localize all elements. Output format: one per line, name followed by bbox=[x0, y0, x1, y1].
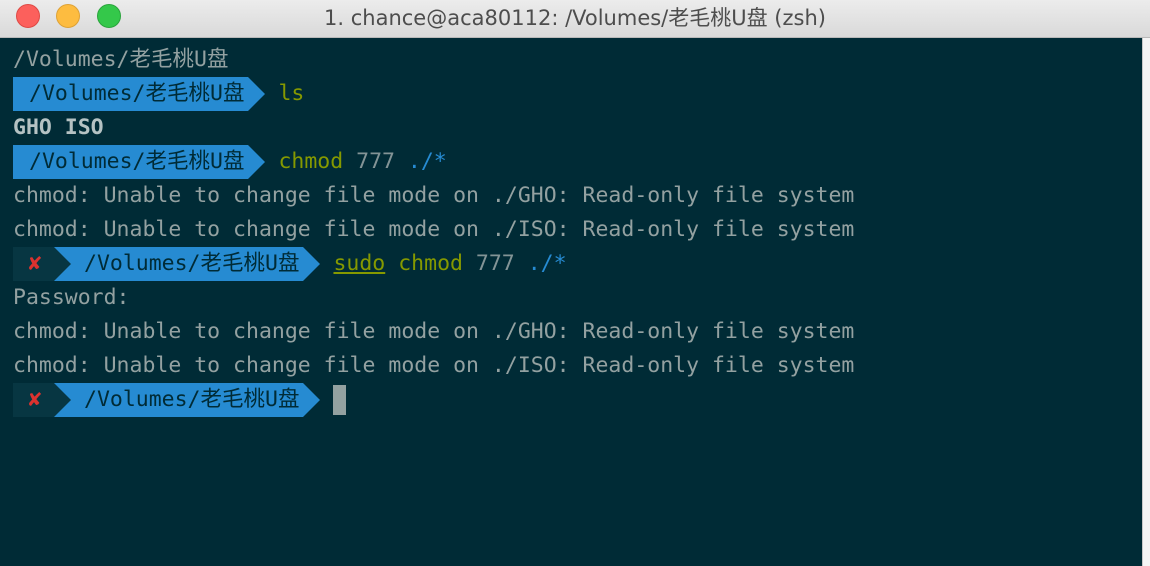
window-right-edge bbox=[1142, 38, 1150, 566]
command-glob: ./* bbox=[527, 251, 567, 276]
prompt-line-current: ✘ /Volumes/老毛桃U盘 bbox=[13, 383, 347, 417]
command-glob: ./* bbox=[407, 149, 447, 174]
error-status-icon: ✘ bbox=[13, 247, 71, 281]
prompt-line-sudo: ✘ /Volumes/老毛桃U盘 sudo chmod 777 ./* bbox=[13, 247, 567, 281]
text-cursor[interactable] bbox=[333, 385, 347, 415]
command-ls: ls bbox=[278, 81, 305, 106]
command-arg: 777 bbox=[462, 251, 528, 276]
command-chmod: chmod bbox=[398, 251, 463, 276]
output-line-password: Password: bbox=[13, 285, 130, 310]
output-line-error: chmod: Unable to change file mode on ./I… bbox=[13, 217, 855, 242]
output-line-error: chmod: Unable to change file mode on ./I… bbox=[13, 353, 855, 378]
window-title: 1. chance@aca80112: /Volumes/老毛桃U盘 (zsh) bbox=[324, 6, 826, 30]
terminal-window: 1. chance@aca80112: /Volumes/老毛桃U盘 (zsh)… bbox=[0, 0, 1150, 566]
error-status-icon: ✘ bbox=[13, 383, 71, 417]
output-line-error: chmod: Unable to change file mode on ./G… bbox=[13, 183, 855, 208]
command-arg: 777 bbox=[343, 149, 408, 174]
prompt-path-segment: /Volumes/老毛桃U盘 bbox=[54, 383, 321, 417]
prompt-path-segment: /Volumes/老毛桃U盘 bbox=[13, 145, 266, 179]
command-chmod: chmod bbox=[278, 149, 344, 174]
command-sudo: sudo bbox=[333, 251, 386, 276]
prompt-path-segment: /Volumes/老毛桃U盘 bbox=[54, 247, 321, 281]
output-line-ls: GHO ISO bbox=[13, 115, 104, 140]
prompt-path-segment: /Volumes/老毛桃U盘 bbox=[13, 77, 266, 111]
prompt-line-ls: /Volumes/老毛桃U盘 ls bbox=[13, 77, 304, 111]
prompt-line-chmod: /Volumes/老毛桃U盘 chmod 777 ./* bbox=[13, 145, 447, 179]
title-bar[interactable]: 1. chance@aca80112: /Volumes/老毛桃U盘 (zsh) bbox=[0, 0, 1150, 38]
output-line-error: chmod: Unable to change file mode on ./G… bbox=[13, 319, 855, 344]
terminal-content[interactable]: /Volumes/老毛桃U盘 /Volumes/老毛桃U盘 ls GHO ISO… bbox=[0, 38, 1142, 566]
output-line-cwd: /Volumes/老毛桃U盘 bbox=[13, 47, 229, 72]
